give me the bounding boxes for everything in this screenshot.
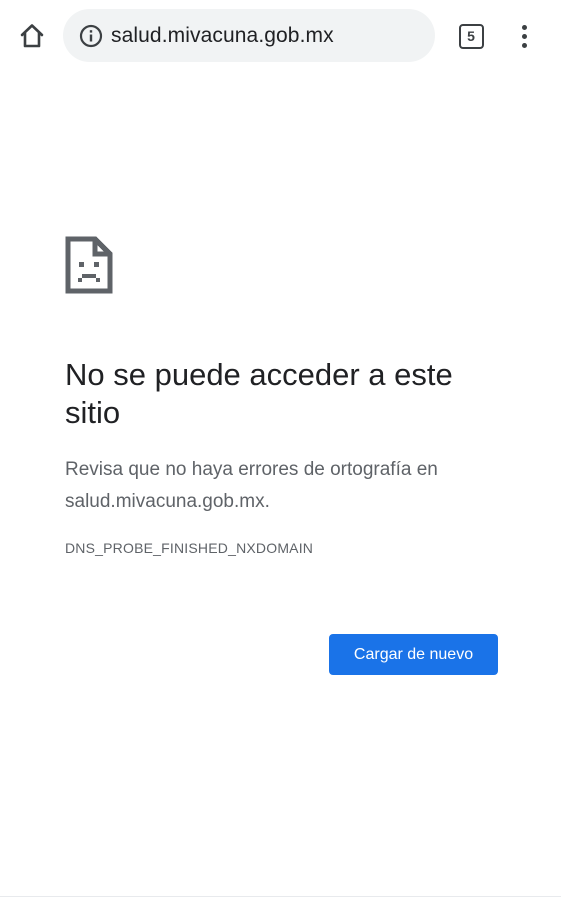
menu-dot xyxy=(521,42,527,48)
info-icon[interactable] xyxy=(78,23,104,49)
menu-dot xyxy=(521,24,527,30)
reload-button[interactable]: Cargar de nuevo xyxy=(329,634,498,675)
sad-page-icon xyxy=(65,236,113,294)
error-description: Revisa que no haya errores de ortografía… xyxy=(65,459,438,512)
error-code: DNS_PROBE_FINISHED_NXDOMAIN xyxy=(65,540,314,556)
url-text[interactable]: salud.mivacuna.gob.mx xyxy=(111,24,334,48)
home-icon xyxy=(20,24,44,48)
tab-switcher-button[interactable]: 5 xyxy=(456,21,486,51)
tab-count: 5 xyxy=(467,28,475,44)
browser-toolbar: salud.mivacuna.gob.mx 5 xyxy=(0,0,561,72)
more-vert-icon[interactable] xyxy=(509,18,539,54)
menu-dot xyxy=(521,33,527,39)
bottom-divider xyxy=(0,896,561,897)
home-button[interactable] xyxy=(14,18,50,54)
error-title: No se puede acceder a este sitio xyxy=(65,357,453,430)
omnibox[interactable]: salud.mivacuna.gob.mx xyxy=(63,9,435,62)
tab-count-badge: 5 xyxy=(458,23,484,49)
